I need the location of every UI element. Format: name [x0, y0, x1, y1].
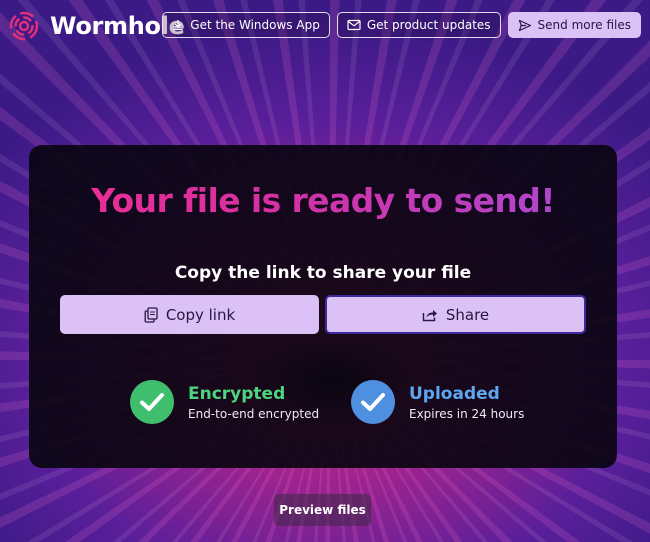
uploaded-subtitle: Expires in 24 hours [409, 406, 525, 421]
encrypted-status: Encrypted End-to-end encrypted [130, 380, 319, 424]
uploaded-status: Uploaded Expires in 24 hours [351, 380, 524, 424]
copy-link-button[interactable]: Copy link [60, 295, 319, 334]
send-more-files-label: Send more files [537, 18, 631, 32]
wormhole-logo-icon [9, 11, 39, 41]
get-product-updates-button[interactable]: Get product updates [336, 12, 501, 38]
preview-files-button[interactable]: Preview files [274, 494, 371, 526]
send-icon [518, 19, 531, 31]
check-icon [130, 380, 174, 424]
top-nav: Get the Windows App Get product updates … [162, 12, 641, 38]
header: Wormhole Get the Windows App Get product… [0, 0, 650, 52]
encrypted-subtitle: End-to-end encrypted [188, 406, 320, 421]
download-icon [173, 20, 183, 31]
brand[interactable]: Wormhole [8, 10, 185, 42]
share-icon [422, 309, 437, 321]
get-windows-app-label: Get the Windows App [190, 18, 320, 32]
share-instructions: Copy the link to share your file [174, 263, 472, 283]
encrypted-title: Encrypted [188, 383, 286, 404]
share-button[interactable]: Share [325, 295, 586, 334]
mail-icon [347, 19, 361, 31]
copy-link-label: Copy link [165, 305, 236, 324]
get-windows-app-button[interactable]: Get the Windows App [162, 12, 330, 38]
page-title: Your file is ready to send! [29, 181, 617, 220]
send-more-files-button[interactable]: Send more files [507, 12, 641, 38]
uploaded-title: Uploaded [409, 383, 500, 404]
clipboard-icon [144, 306, 158, 323]
check-icon [351, 380, 395, 424]
get-product-updates-label: Get product updates [366, 18, 491, 32]
share-card: Your file is ready to send! Copy the lin… [29, 145, 617, 468]
share-label: Share [445, 305, 490, 324]
